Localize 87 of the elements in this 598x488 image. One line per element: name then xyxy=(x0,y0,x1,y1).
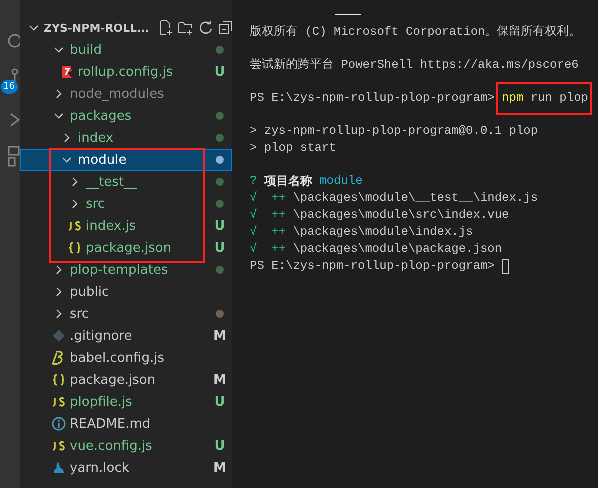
folder-name: plop-templates xyxy=(70,262,168,278)
folder-row[interactable]: public xyxy=(20,281,232,303)
terminal-text: 项目名称 xyxy=(264,173,312,190)
terminal-text: ++ xyxy=(270,207,286,224)
terminal-text: 尝试新的跨平台 PowerShell https://aka.ms/pscore6 xyxy=(250,57,579,74)
folder-name: build xyxy=(70,42,102,58)
git-status-letter: U xyxy=(214,240,226,256)
terminal-text: \packages\module\index.js xyxy=(292,224,474,241)
file-row[interactable]: babel.config.js xyxy=(20,347,232,369)
terminal-text: > zys-npm-rollup-plop-program@0.0.1 plop xyxy=(250,123,538,140)
search-icon[interactable] xyxy=(6,34,20,50)
folder-row[interactable]: packages xyxy=(20,105,232,127)
braces-icon xyxy=(51,372,67,388)
file-row[interactable]: vue.config.js U xyxy=(20,435,232,457)
git-status-letter: U xyxy=(214,64,226,80)
folder-name: module xyxy=(78,152,127,168)
folder-name: src xyxy=(86,196,105,212)
file-name: README.md xyxy=(70,416,151,432)
git-status-letter: M xyxy=(214,372,226,388)
terminal-text: √ xyxy=(250,241,258,258)
file-row[interactable]: package.json U xyxy=(20,237,232,259)
file-row[interactable]: .gitignore M xyxy=(20,325,232,347)
file-name: yarn.lock xyxy=(70,460,130,476)
terminal-text: √ xyxy=(250,190,258,207)
terminal-text: PS E:\zys-npm-rollup-plop-program> xyxy=(250,90,496,107)
file-row[interactable]: index.js U xyxy=(20,215,232,237)
terminal-cursor xyxy=(502,259,510,274)
file-name: index.js xyxy=(86,218,136,234)
rollup-icon xyxy=(59,64,75,80)
folder-name: node_modules xyxy=(70,86,164,102)
file-name: package.json xyxy=(86,240,172,256)
terminal-text: run plop xyxy=(530,90,588,107)
collapse-all-icon[interactable] xyxy=(218,20,234,36)
folder-name: packages xyxy=(70,108,132,124)
braces-icon xyxy=(67,240,83,256)
folder-name: index xyxy=(78,130,114,146)
folder-name: public xyxy=(70,284,110,300)
file-row[interactable]: yarn.lock M xyxy=(20,457,232,479)
explorer-section-header[interactable]: ZYS-NPM-ROLL... xyxy=(20,17,232,39)
folder-row[interactable]: module xyxy=(20,149,232,171)
terminal-text: 版权所有 (C) Microsoft Corporation。保留所有权利。 xyxy=(250,24,582,41)
terminal-text: \packages\module\src\index.vue xyxy=(292,207,510,224)
folder-row[interactable]: plop-templates xyxy=(20,259,232,281)
folder-row[interactable]: src xyxy=(20,303,232,325)
git-status-letter: U xyxy=(214,394,226,410)
refresh-icon[interactable] xyxy=(198,20,214,36)
folder-row[interactable]: node_modules xyxy=(20,83,232,105)
file-name: .gitignore xyxy=(70,328,132,344)
extensions-icon[interactable] xyxy=(8,146,20,168)
file-name: vue.config.js xyxy=(70,438,152,454)
file-name: plopfile.js xyxy=(70,394,132,410)
git-status-letter: U xyxy=(214,438,226,454)
yarn-icon xyxy=(51,460,67,476)
folder-name: __test__ xyxy=(86,174,137,190)
terminal-text: > plop start xyxy=(250,140,336,157)
file-name: rollup.config.js xyxy=(78,64,174,80)
git-status-letter: U xyxy=(214,218,226,234)
file-name: babel.config.js xyxy=(70,350,165,366)
terminal-text: ++ xyxy=(270,190,286,207)
terminal-text: module xyxy=(318,173,363,190)
terminal-text: √ xyxy=(250,224,258,241)
info-icon xyxy=(51,416,67,432)
file-name: package.json xyxy=(70,372,156,388)
new-file-icon[interactable] xyxy=(158,20,174,36)
terminal-text: √ xyxy=(250,207,258,224)
folder-name: src xyxy=(70,306,89,322)
file-row[interactable]: plopfile.js U xyxy=(20,391,232,413)
terminal-text: \packages\module\package.json xyxy=(292,241,502,258)
folder-row[interactable]: build xyxy=(20,39,232,61)
git-status-letter: M xyxy=(214,328,226,344)
run-icon[interactable] xyxy=(10,112,20,128)
terminal-text: ++ xyxy=(270,241,286,258)
file-row[interactable]: README.md xyxy=(20,413,232,435)
terminal-text: npm xyxy=(502,90,524,107)
file-row[interactable]: package.json M xyxy=(20,369,232,391)
diamond-icon xyxy=(51,328,67,344)
terminal-text: PS E:\zys-npm-rollup-plop-program> xyxy=(250,258,496,275)
folder-row[interactable]: index xyxy=(20,127,232,149)
terminal-text: \packages\module\__test__\index.js xyxy=(292,190,538,207)
notification-badge: 16 xyxy=(0,80,18,94)
file-row[interactable]: rollup.config.js U xyxy=(20,61,232,83)
new-folder-icon[interactable] xyxy=(178,20,194,36)
git-status-letter: M xyxy=(214,460,226,476)
terminal-text: ++ xyxy=(270,224,286,241)
terminal-text: ? xyxy=(250,173,258,190)
folder-row[interactable]: __test__ xyxy=(20,171,232,193)
folder-row[interactable]: src xyxy=(20,193,232,215)
